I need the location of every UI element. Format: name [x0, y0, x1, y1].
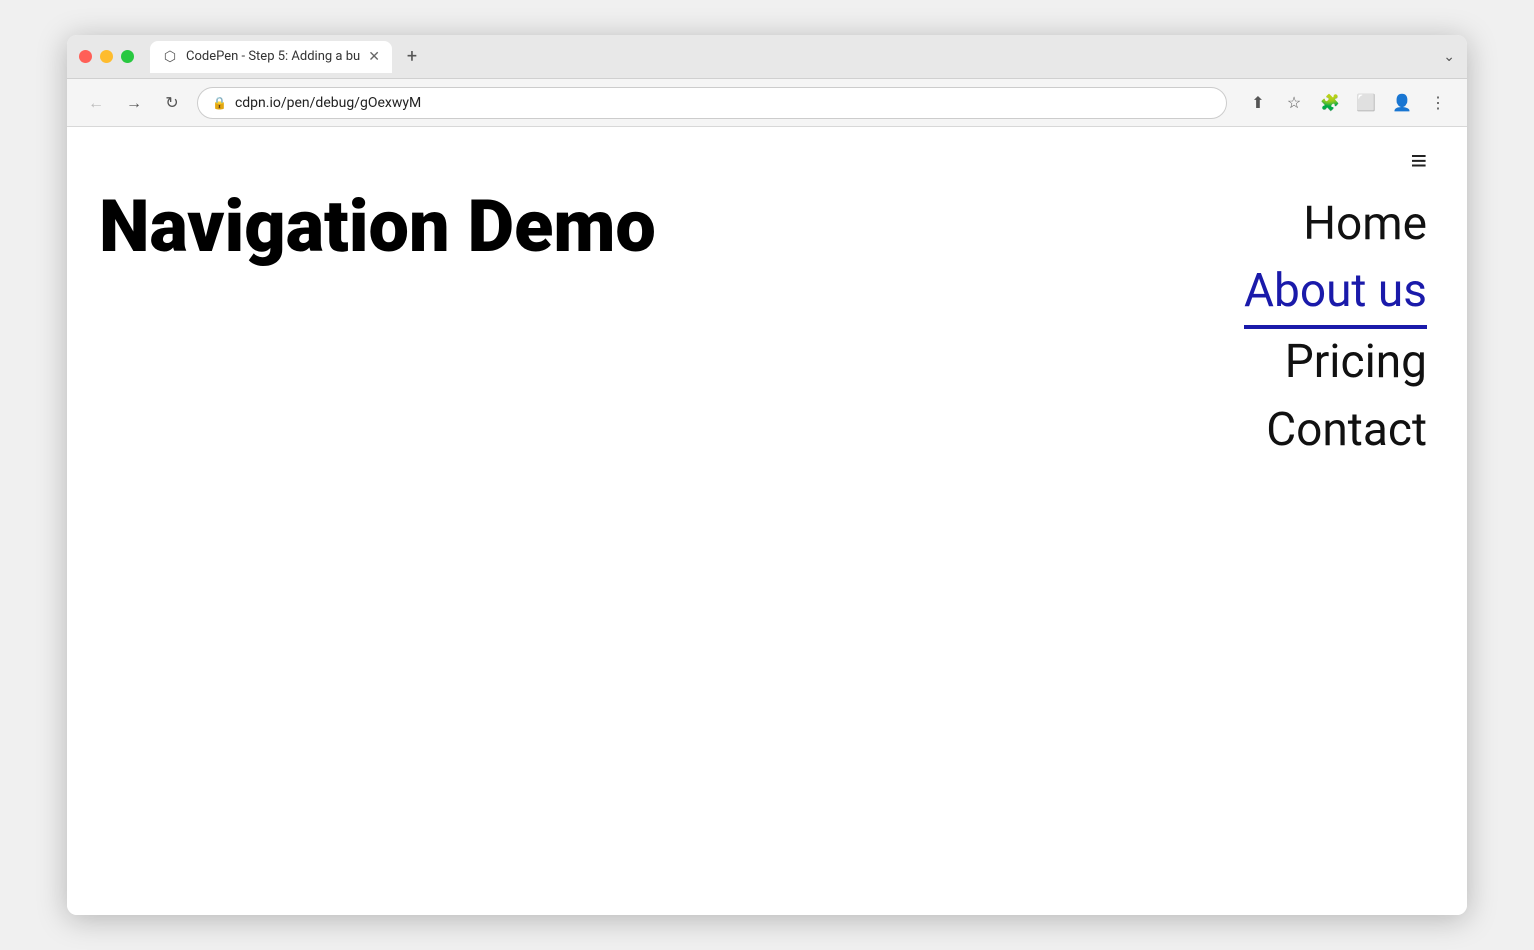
address-input[interactable]: 🔒 cdpn.io/pen/debug/gOexwyM: [197, 87, 1227, 119]
address-bar: ← → ↻ 🔒 cdpn.io/pen/debug/gOexwyM ⬆ ☆ 🧩 …: [67, 79, 1467, 127]
maximize-button[interactable]: [121, 50, 134, 63]
browser-window: ⬡ CodePen - Step 5: Adding a bu ✕ + ⌄ ← …: [67, 35, 1467, 915]
nav-link-home[interactable]: Home: [1303, 197, 1427, 251]
extensions-icon[interactable]: 🧩: [1317, 90, 1343, 116]
nav-item-home[interactable]: Home: [1303, 191, 1427, 258]
title-bar: ⬡ CodePen - Step 5: Adding a bu ✕ + ⌄: [67, 35, 1467, 79]
hamburger-icon[interactable]: ≡: [1411, 147, 1427, 175]
address-bar-icons: ⬆ ☆ 🧩 ⬜ 👤 ⋮: [1245, 90, 1451, 116]
title-bar-right: ⌄: [1443, 49, 1455, 65]
nav-item-contact[interactable]: Contact: [1266, 397, 1427, 464]
chevron-down-icon[interactable]: ⌄: [1443, 49, 1455, 65]
tab-close-button[interactable]: ✕: [368, 50, 380, 64]
nav-list: Home About us Pricing Contact: [1244, 191, 1427, 464]
share-icon[interactable]: ⬆: [1245, 90, 1271, 116]
url-text: cdpn.io/pen/debug/gOexwyM: [235, 95, 421, 111]
active-tab[interactable]: ⬡ CodePen - Step 5: Adding a bu ✕: [150, 41, 392, 73]
codepen-icon: ⬡: [162, 49, 178, 65]
new-tab-button[interactable]: +: [398, 43, 426, 71]
reading-mode-icon[interactable]: ⬜: [1353, 90, 1379, 116]
page-title: Navigation Demo: [99, 187, 656, 266]
bookmark-icon[interactable]: ☆: [1281, 90, 1307, 116]
page-content: Navigation Demo ≡ Home About us Pricing …: [67, 127, 1467, 915]
reload-button[interactable]: ↻: [159, 90, 185, 116]
tab-title: CodePen - Step 5: Adding a bu: [186, 49, 360, 64]
nav-link-pricing[interactable]: Pricing: [1285, 335, 1427, 389]
nav-item-pricing[interactable]: Pricing: [1285, 329, 1427, 396]
navigation-menu: ≡ Home About us Pricing Contact: [1244, 147, 1427, 464]
profile-icon[interactable]: 👤: [1389, 90, 1415, 116]
nav-link-contact[interactable]: Contact: [1266, 403, 1427, 457]
minimize-button[interactable]: [100, 50, 113, 63]
nav-link-about[interactable]: About us: [1244, 264, 1427, 318]
back-button[interactable]: ←: [83, 90, 109, 116]
forward-button[interactable]: →: [121, 90, 147, 116]
traffic-lights: [79, 50, 134, 63]
more-icon[interactable]: ⋮: [1425, 90, 1451, 116]
lock-icon: 🔒: [212, 96, 227, 110]
tab-area: ⬡ CodePen - Step 5: Adding a bu ✕ +: [150, 41, 1435, 73]
nav-item-about[interactable]: About us: [1244, 258, 1427, 329]
close-button[interactable]: [79, 50, 92, 63]
